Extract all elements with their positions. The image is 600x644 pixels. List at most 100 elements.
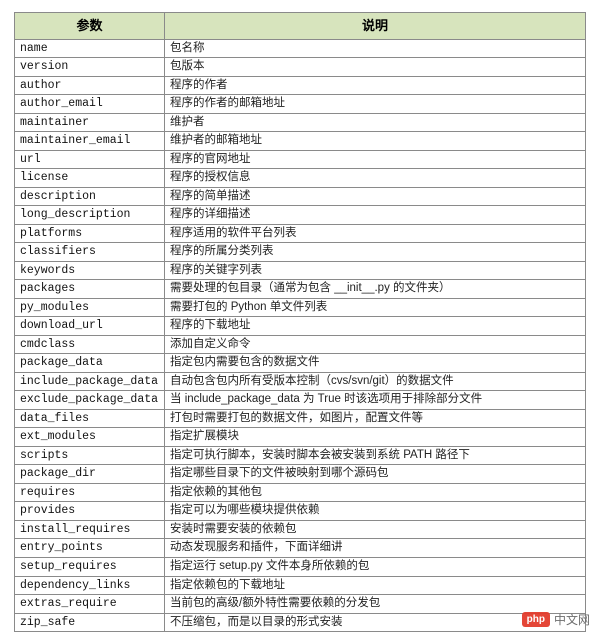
desc-cell: 自动包含包内所有受版本控制（cvs/svn/git）的数据文件 [165,372,586,391]
desc-cell: 程序的关键字列表 [165,261,586,280]
param-cell: name [15,39,165,58]
desc-cell: 维护者的邮箱地址 [165,132,586,151]
param-cell: keywords [15,261,165,280]
desc-cell: 动态发现服务和插件，下面详细讲 [165,539,586,558]
table-row: author_email程序的作者的邮箱地址 [15,95,586,114]
table-row: zip_safe不压缩包，而是以目录的形式安装 [15,613,586,632]
desc-cell: 包名称 [165,39,586,58]
watermark-text: 中文网 [554,611,590,628]
desc-cell: 指定可执行脚本，安装时脚本会被安装到系统 PATH 路径下 [165,446,586,465]
param-cell: packages [15,280,165,299]
desc-cell: 程序适用的软件平台列表 [165,224,586,243]
param-cell: cmdclass [15,335,165,354]
desc-cell: 指定扩展模块 [165,428,586,447]
param-cell: download_url [15,317,165,336]
header-param: 参数 [15,13,165,40]
table-row: install_requires安装时需要安装的依赖包 [15,520,586,539]
desc-cell: 程序的作者 [165,76,586,95]
watermark: php 中文网 [522,611,590,628]
desc-cell: 指定包内需要包含的数据文件 [165,354,586,373]
table-row: include_package_data自动包含包内所有受版本控制（cvs/sv… [15,372,586,391]
desc-cell: 添加自定义命令 [165,335,586,354]
param-cell: py_modules [15,298,165,317]
param-cell: maintainer [15,113,165,132]
desc-cell: 程序的所属分类列表 [165,243,586,262]
table-row: long_description程序的详细描述 [15,206,586,225]
table-row: cmdclass添加自定义命令 [15,335,586,354]
desc-cell: 指定依赖的其他包 [165,483,586,502]
param-cell: author_email [15,95,165,114]
param-cell: license [15,169,165,188]
table-row: url程序的官网地址 [15,150,586,169]
table-row: classifiers程序的所属分类列表 [15,243,586,262]
param-cell: url [15,150,165,169]
header-desc: 说明 [165,13,586,40]
table-row: entry_points动态发现服务和插件，下面详细讲 [15,539,586,558]
desc-cell: 程序的官网地址 [165,150,586,169]
table-row: download_url程序的下载地址 [15,317,586,336]
desc-cell: 打包时需要打包的数据文件，如图片，配置文件等 [165,409,586,428]
table-row: name包名称 [15,39,586,58]
desc-cell: 需要处理的包目录（通常为包含 __init__.py 的文件夹） [165,280,586,299]
table-row: maintainer维护者 [15,113,586,132]
desc-cell: 程序的详细描述 [165,206,586,225]
param-cell: data_files [15,409,165,428]
param-cell: package_dir [15,465,165,484]
table-row: scripts指定可执行脚本，安装时脚本会被安装到系统 PATH 路径下 [15,446,586,465]
desc-cell: 指定哪些目录下的文件被映射到哪个源码包 [165,465,586,484]
table-row: ext_modules指定扩展模块 [15,428,586,447]
param-cell: author [15,76,165,95]
desc-cell: 当 include_package_data 为 True 时该选项用于排除部分… [165,391,586,410]
param-cell: exclude_package_data [15,391,165,410]
table-header-row: 参数 说明 [15,13,586,40]
table-row: packages需要处理的包目录（通常为包含 __init__.py 的文件夹） [15,280,586,299]
param-cell: include_package_data [15,372,165,391]
table-row: provides指定可以为哪些模块提供依赖 [15,502,586,521]
desc-cell: 包版本 [165,58,586,77]
desc-cell: 安装时需要安装的依赖包 [165,520,586,539]
table-row: requires指定依赖的其他包 [15,483,586,502]
table-row: py_modules需要打包的 Python 单文件列表 [15,298,586,317]
table-row: package_data指定包内需要包含的数据文件 [15,354,586,373]
desc-cell: 程序的作者的邮箱地址 [165,95,586,114]
param-cell: dependency_links [15,576,165,595]
param-cell: entry_points [15,539,165,558]
param-cell: ext_modules [15,428,165,447]
table-row: package_dir指定哪些目录下的文件被映射到哪个源码包 [15,465,586,484]
table-row: version包版本 [15,58,586,77]
param-cell: long_description [15,206,165,225]
param-cell: provides [15,502,165,521]
table-row: platforms程序适用的软件平台列表 [15,224,586,243]
param-cell: platforms [15,224,165,243]
param-cell: description [15,187,165,206]
table-row: setup_requires指定运行 setup.py 文件本身所依赖的包 [15,557,586,576]
table-row: data_files打包时需要打包的数据文件，如图片，配置文件等 [15,409,586,428]
table-row: license程序的授权信息 [15,169,586,188]
watermark-badge: php [522,612,550,627]
param-cell: setup_requires [15,557,165,576]
desc-cell: 指定依赖包的下载地址 [165,576,586,595]
param-cell: extras_require [15,595,165,614]
table-row: author程序的作者 [15,76,586,95]
param-cell: maintainer_email [15,132,165,151]
params-table: 参数 说明 name包名称version包版本author程序的作者author… [14,12,586,632]
param-cell: package_data [15,354,165,373]
desc-cell: 指定运行 setup.py 文件本身所依赖的包 [165,557,586,576]
desc-cell: 程序的下载地址 [165,317,586,336]
param-cell: zip_safe [15,613,165,632]
desc-cell: 维护者 [165,113,586,132]
desc-cell: 程序的简单描述 [165,187,586,206]
param-cell: scripts [15,446,165,465]
param-cell: classifiers [15,243,165,262]
table-row: maintainer_email维护者的邮箱地址 [15,132,586,151]
desc-cell: 程序的授权信息 [165,169,586,188]
desc-cell: 指定可以为哪些模块提供依赖 [165,502,586,521]
table-row: extras_require当前包的高级/额外特性需要依赖的分发包 [15,595,586,614]
table-row: exclude_package_data当 include_package_da… [15,391,586,410]
param-cell: install_requires [15,520,165,539]
table-row: keywords程序的关键字列表 [15,261,586,280]
param-cell: requires [15,483,165,502]
table-row: description程序的简单描述 [15,187,586,206]
param-cell: version [15,58,165,77]
desc-cell: 需要打包的 Python 单文件列表 [165,298,586,317]
